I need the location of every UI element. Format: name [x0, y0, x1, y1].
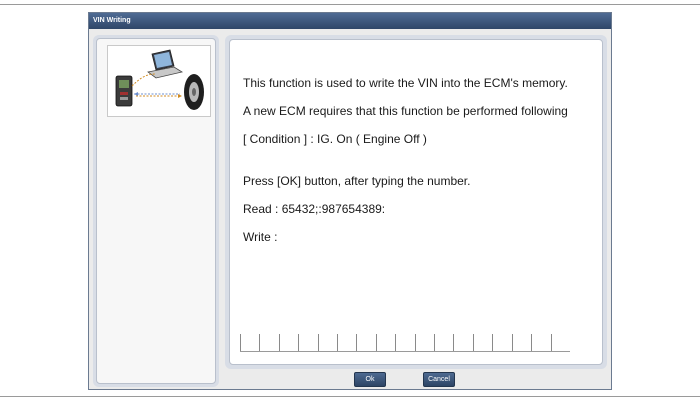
- page-bottom-rule: [0, 396, 700, 397]
- ok-button[interactable]: Ok: [354, 372, 386, 387]
- illustration-panel: [93, 35, 219, 387]
- instruction-text: Press [OK] button, after typing the numb…: [243, 174, 471, 188]
- vin-entry-field[interactable]: [240, 334, 570, 352]
- write-vin-label: Write :: [243, 230, 278, 244]
- dialog-title: VIN Writing: [89, 13, 611, 29]
- cancel-button[interactable]: Cancel: [423, 372, 455, 387]
- tire-icon: [184, 74, 204, 110]
- read-vin-value: Read : 65432;:987654389:: [243, 202, 386, 216]
- scanner-laptop-tire-image: [115, 49, 204, 110]
- function-description: This function is used to write the VIN i…: [243, 76, 568, 90]
- new-ecm-note: A new ECM requires that this function be…: [243, 104, 568, 118]
- vin-input[interactable]: [240, 334, 570, 352]
- condition-text: [ Condition ] : IG. On ( Engine Off ): [243, 132, 427, 146]
- scan-tool-icon: [115, 75, 133, 107]
- message-panel-inner: This function is used to write the VIN i…: [229, 39, 603, 365]
- page-top-rule: [0, 4, 700, 5]
- message-panel: This function is used to write the VIN i…: [225, 35, 607, 369]
- illustration-panel-inner: [96, 38, 216, 384]
- ecm-connection-illustration: [107, 45, 211, 117]
- vin-writing-dialog: VIN Writing This function is used to wri…: [88, 12, 612, 390]
